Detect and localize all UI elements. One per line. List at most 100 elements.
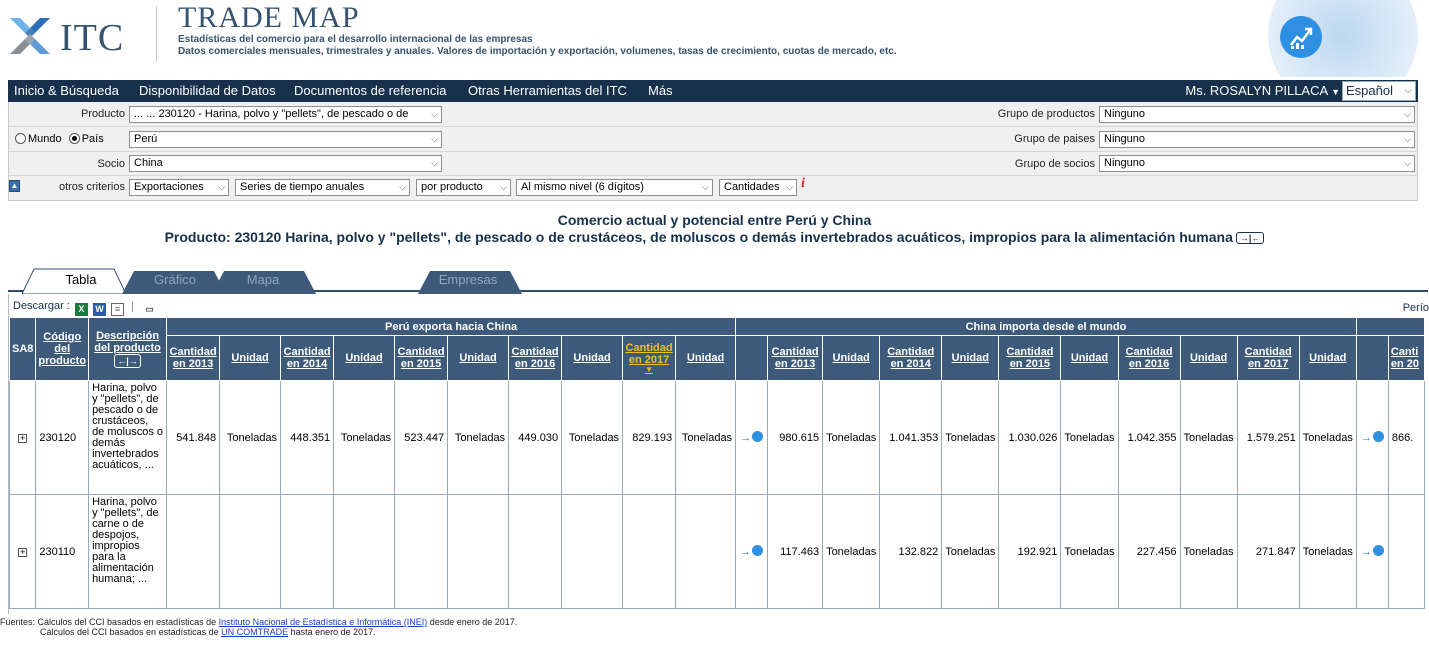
- col-unidad[interactable]: Unidad: [822, 335, 881, 381]
- medida-select[interactable]: Cantidades ⌵: [719, 179, 797, 196]
- peru-unidad: Toneladas: [561, 380, 624, 495]
- tab-empresas[interactable]: Empresas: [426, 268, 510, 292]
- pais-radio[interactable]: [68, 133, 80, 144]
- word-icon[interactable]: W: [92, 303, 106, 316]
- world-link-icon[interactable]: →: [735, 380, 769, 495]
- col-cant-2013[interactable]: Cantidad en 2013: [767, 335, 824, 381]
- footer-text: Cálculos del CCI basados en estadísticas…: [40, 627, 222, 637]
- text-file-icon[interactable]: ≡: [111, 303, 125, 316]
- china-cant-2015: 1.030.026: [998, 380, 1062, 495]
- flujo-value: Exportaciones: [134, 181, 204, 193]
- tab-mapa[interactable]: Mapa: [226, 268, 300, 292]
- footer-line-1: Fuentes: Cálculos del CCI basados en est…: [0, 617, 517, 627]
- col-cant-2016[interactable]: Cantidad en 2016: [1117, 335, 1181, 381]
- nav-inicio[interactable]: Inicio & Búsqueda: [14, 83, 119, 98]
- series-select[interactable]: Series de tiempo anuales ⌵: [235, 179, 410, 196]
- col-unidad[interactable]: Unidad: [1298, 335, 1357, 381]
- col-unidad[interactable]: Unidad: [1179, 335, 1238, 381]
- tab-grafico[interactable]: Gráfico: [138, 268, 212, 292]
- col-cant-partial[interactable]: Canti en 20: [1387, 335, 1425, 381]
- expand-row-icon[interactable]: +: [8, 380, 37, 495]
- view-tabs: Tabla Gráfico Mapa Empresas: [8, 268, 1428, 294]
- user-name: Ms. ROSALYN PILLACA: [1185, 83, 1328, 98]
- group-peru-exporta: Perú exporta hacia China: [166, 317, 737, 336]
- col-unidad[interactable]: Unidad: [219, 335, 282, 381]
- header-subtitle-1: Estadísticas del comercio para el desarr…: [178, 34, 533, 45]
- col-unidad[interactable]: Unidad: [675, 335, 737, 381]
- grupo-paises-select[interactable]: Ninguno ⌵: [1099, 131, 1415, 148]
- china-cant-2013: 117.463: [767, 494, 824, 609]
- col-cant-2015[interactable]: Cantidad en 2015: [394, 335, 449, 381]
- table-area: Descargar : X W ≡ | ▭ Perío SA8 Código d…: [8, 294, 1429, 614]
- col-unidad[interactable]: Unidad: [561, 335, 624, 381]
- china-unidad: Toneladas: [1060, 494, 1119, 609]
- peru-unidad: [333, 494, 396, 609]
- col-cant-2017[interactable]: Cantidad en 2017: [1236, 335, 1300, 381]
- col-codigo[interactable]: Código del producto: [35, 317, 90, 381]
- socio-select[interactable]: China ⌵: [129, 155, 442, 172]
- col-descripcion[interactable]: Descripción del producto ←|→: [88, 317, 168, 381]
- filter-divider: [9, 126, 1417, 127]
- chart-badge-icon[interactable]: [1280, 16, 1322, 58]
- nav-mas[interactable]: Más: [648, 83, 673, 98]
- producto-select[interactable]: ... ... 230120 - Harina, polvo y "pellet…: [129, 106, 442, 123]
- print-icon[interactable]: ▭: [143, 304, 156, 317]
- col-cant-2017-sorted[interactable]: Cantidad en 2017 ▼: [622, 335, 677, 381]
- itc-logo-text: ITC: [60, 17, 125, 59]
- grupo-productos-select[interactable]: Ninguno ⌵: [1099, 106, 1415, 123]
- pais-select[interactable]: Perú ⌵: [129, 131, 442, 148]
- collapse-filters-icon[interactable]: ▲: [9, 180, 20, 192]
- world-link-icon[interactable]: →: [1355, 380, 1389, 495]
- product-title-text: Producto: 230120 Harina, polvo y "pellet…: [164, 229, 1233, 245]
- col-cant-2014[interactable]: Cantidad en 2014: [879, 335, 943, 381]
- nav-documentos[interactable]: Documentos de referencia: [294, 83, 446, 98]
- excel-icon[interactable]: X: [74, 303, 88, 316]
- col-cant-2013[interactable]: Cantidad en 2013: [166, 335, 221, 381]
- col-cant-2014[interactable]: Cantidad en 2014: [280, 335, 335, 381]
- user-menu[interactable]: Ms. ROSALYN PILLACA ▼: [1185, 83, 1340, 98]
- mundo-label: Mundo: [28, 133, 62, 145]
- product-code[interactable]: 230120: [35, 380, 90, 495]
- grupo-socios-select[interactable]: Ninguno ⌵: [1099, 155, 1415, 172]
- world-link-icon[interactable]: →: [735, 494, 769, 609]
- trade-map-title[interactable]: TRADE MAP: [178, 3, 360, 33]
- col-cant-2016[interactable]: Cantidad en 2016: [508, 335, 563, 381]
- itc-logo[interactable]: ITC: [8, 10, 148, 62]
- col-unidad[interactable]: Unidad: [1060, 335, 1119, 381]
- expand-width-icon[interactable]: ←|→: [114, 354, 141, 368]
- nav-otras-herramientas[interactable]: Otras Herramientas del ITC: [468, 83, 627, 98]
- filter-divider: [9, 175, 1417, 176]
- col-unidad[interactable]: Unidad: [333, 335, 396, 381]
- data-table: SA8 Código del producto Descripción del …: [8, 317, 1425, 609]
- header-subtitle-2: Datos comerciales mensuales, trimestrale…: [178, 46, 897, 57]
- china-unidad: Toneladas: [1298, 494, 1357, 609]
- col-cant-2015[interactable]: Cantidad en 2015: [998, 335, 1062, 381]
- expand-row-icon[interactable]: +: [8, 494, 37, 609]
- medida-value: Cantidades: [724, 181, 780, 193]
- inei-link[interactable]: Instituto Nacional de Estadística e Info…: [219, 617, 428, 627]
- collapse-width-icon[interactable]: →|←: [1235, 232, 1265, 244]
- china-cant-2014: 132.822: [879, 494, 943, 609]
- extra-value: [1387, 494, 1425, 609]
- peru-cant-2013: 541.848: [166, 380, 221, 495]
- flujo-select[interactable]: Exportaciones ⌵: [129, 179, 229, 196]
- por-producto-select[interactable]: por producto ⌵: [416, 179, 511, 196]
- globe-graphic: [1240, 0, 1429, 77]
- periodo-label: Perío: [1402, 302, 1429, 314]
- tab-tabla[interactable]: Tabla: [48, 268, 114, 292]
- comtrade-link[interactable]: UN COMTRADE: [221, 627, 288, 637]
- por-producto-value: por producto: [421, 181, 483, 193]
- col-unidad[interactable]: Unidad: [941, 335, 1000, 381]
- nivel-select[interactable]: Al mismo nivel (6 dígitos) ⌵: [516, 179, 713, 196]
- language-select[interactable]: Español ⌵: [1342, 81, 1416, 101]
- info-icon[interactable]: i: [801, 176, 805, 192]
- chevron-down-icon: ⌵: [1404, 109, 1411, 119]
- mundo-radio[interactable]: [15, 133, 26, 144]
- col-unidad[interactable]: Unidad: [447, 335, 510, 381]
- product-code[interactable]: 230110: [35, 494, 90, 609]
- world-link-icon[interactable]: →: [1355, 494, 1389, 609]
- peru-cant-2016: 449.030: [508, 380, 563, 495]
- nav-disponibilidad[interactable]: Disponibilidad de Datos: [139, 83, 276, 98]
- peru-unidad: [675, 494, 737, 609]
- group-next: [1355, 317, 1425, 336]
